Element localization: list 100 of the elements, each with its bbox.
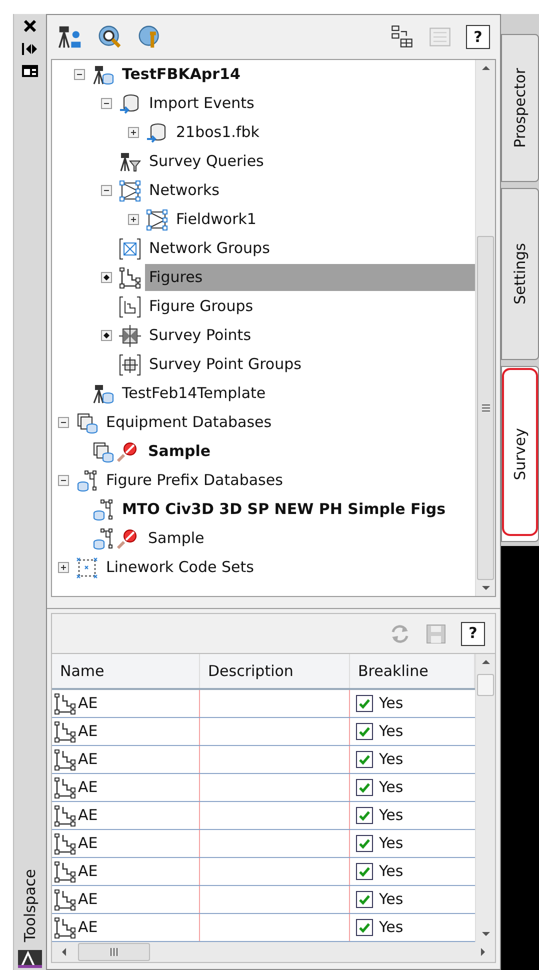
check-icon — [358, 809, 371, 822]
checkbox[interactable] — [356, 891, 373, 908]
tree-item[interactable]: Figure Groups — [145, 293, 258, 320]
side-tab[interactable]: Settings — [501, 188, 539, 360]
tree-item[interactable]: 21bos1.fbk — [172, 119, 264, 146]
checkbox[interactable] — [356, 695, 373, 712]
breakline-value: Yes — [379, 693, 404, 714]
expand-toggle[interactable] — [100, 330, 112, 341]
checkbox[interactable] — [356, 807, 373, 824]
check-icon — [358, 837, 371, 850]
point-group-icon — [119, 354, 141, 376]
tree-item[interactable]: Network Groups — [145, 235, 274, 262]
tripod-database-icon — [92, 64, 114, 86]
check-icon — [358, 697, 371, 710]
check-icon — [358, 753, 371, 766]
tree-item[interactable]: Figure Prefix Databases — [102, 467, 287, 494]
figure-name: AE — [78, 777, 98, 798]
figure-database-icon — [92, 528, 114, 550]
breakline-value: Yes — [379, 721, 404, 742]
figure-icon — [54, 776, 76, 798]
tree-item[interactable]: Sample — [144, 438, 215, 465]
scroll-left-icon[interactable] — [60, 947, 68, 957]
scrollbar[interactable] — [475, 654, 495, 942]
tree-item[interactable]: Figures — [145, 264, 475, 291]
collapse-toggle[interactable] — [74, 69, 84, 80]
figure-icon — [54, 832, 76, 854]
tree-layout-icon[interactable] — [390, 25, 414, 49]
expand-toggle[interactable] — [58, 562, 68, 573]
column-header[interactable]: Name — [52, 654, 200, 688]
figure-icon — [119, 266, 141, 288]
collapse-toggle[interactable] — [100, 185, 112, 196]
collapse-toggle[interactable] — [58, 417, 68, 428]
figure-name: AE — [78, 861, 98, 882]
check-icon — [358, 725, 371, 738]
database-import-icon — [119, 92, 141, 114]
network-group-icon — [119, 238, 141, 260]
tree-item[interactable]: Networks — [145, 177, 224, 204]
checkbox[interactable] — [356, 779, 373, 796]
scroll-thumb[interactable] — [477, 674, 494, 696]
tripod-database-icon — [92, 382, 114, 404]
app-logo-icon — [18, 950, 42, 968]
tree-item[interactable]: Fieldwork1 — [172, 206, 260, 233]
figure-icon — [54, 748, 76, 770]
check-icon — [358, 781, 371, 794]
checkbox[interactable] — [356, 723, 373, 740]
side-tab[interactable]: Prospector — [501, 34, 539, 182]
tree-item[interactable]: TestFBKApr14 — [118, 61, 244, 88]
breakline-value: Yes — [379, 777, 404, 798]
figure-icon — [54, 860, 76, 882]
tree-item[interactable]: Survey Point Groups — [145, 351, 306, 378]
figure-name: AE — [78, 805, 98, 826]
figure-group-icon — [119, 296, 141, 318]
properties-icon[interactable] — [21, 64, 39, 78]
column-header[interactable]: Description — [200, 654, 350, 688]
tree-item[interactable]: MTO Civ3D 3D SP NEW PH Simple Figs — [118, 496, 450, 523]
tree-item[interactable]: Sample — [144, 525, 208, 552]
check-icon — [358, 893, 371, 906]
grip-icon — [109, 948, 119, 956]
figure-database-icon — [76, 470, 98, 492]
collapse-toggle[interactable] — [58, 475, 68, 486]
check-icon — [358, 921, 371, 934]
scroll-right-icon[interactable] — [479, 947, 487, 957]
figure-name: AE — [78, 721, 98, 742]
tree-item[interactable]: Survey Queries — [145, 148, 268, 175]
help-button[interactable]: ? — [466, 25, 490, 49]
breakline-value: Yes — [379, 749, 404, 770]
checkbox[interactable] — [356, 835, 373, 852]
figure-name: AE — [78, 889, 98, 910]
globe-search-icon[interactable] — [97, 24, 123, 50]
panel-title: Toolspace — [20, 868, 40, 942]
equipment-database-icon — [76, 412, 98, 434]
tree-item[interactable]: TestFeb14Template — [118, 380, 270, 407]
expand-toggle[interactable] — [100, 272, 112, 283]
network-icon — [146, 208, 168, 230]
help-button[interactable]: ? — [461, 622, 485, 646]
checkbox[interactable] — [356, 863, 373, 880]
tree-item[interactable]: Linework Code Sets — [102, 554, 258, 581]
horizontal-scrollbar[interactable] — [52, 942, 495, 962]
auto-hide-icon[interactable] — [21, 42, 39, 56]
checkbox[interactable] — [356, 919, 373, 936]
scroll-thumb[interactable] — [477, 236, 494, 580]
figure-name: AE — [78, 749, 98, 770]
scrollbar[interactable] — [475, 60, 495, 596]
figure-icon — [54, 720, 76, 742]
equipment-database-icon — [92, 440, 114, 462]
expand-toggle[interactable] — [128, 214, 138, 225]
tree-item[interactable]: Equipment Databases — [102, 409, 276, 436]
figure-icon — [54, 692, 76, 714]
tree-item[interactable]: Survey Points — [145, 322, 256, 349]
checkbox[interactable] — [356, 751, 373, 768]
breakline-value: Yes — [379, 889, 404, 910]
tree-item[interactable]: Import Events — [145, 90, 258, 117]
collapse-toggle[interactable] — [100, 98, 112, 109]
figure-name: AE — [78, 833, 98, 854]
tripod-user-icon[interactable] — [57, 24, 83, 50]
expand-toggle[interactable] — [128, 127, 138, 138]
tripod-filter-icon — [119, 150, 141, 172]
linework-icon — [76, 556, 98, 578]
figure-database-icon — [92, 498, 114, 520]
close-icon[interactable] — [22, 18, 38, 34]
